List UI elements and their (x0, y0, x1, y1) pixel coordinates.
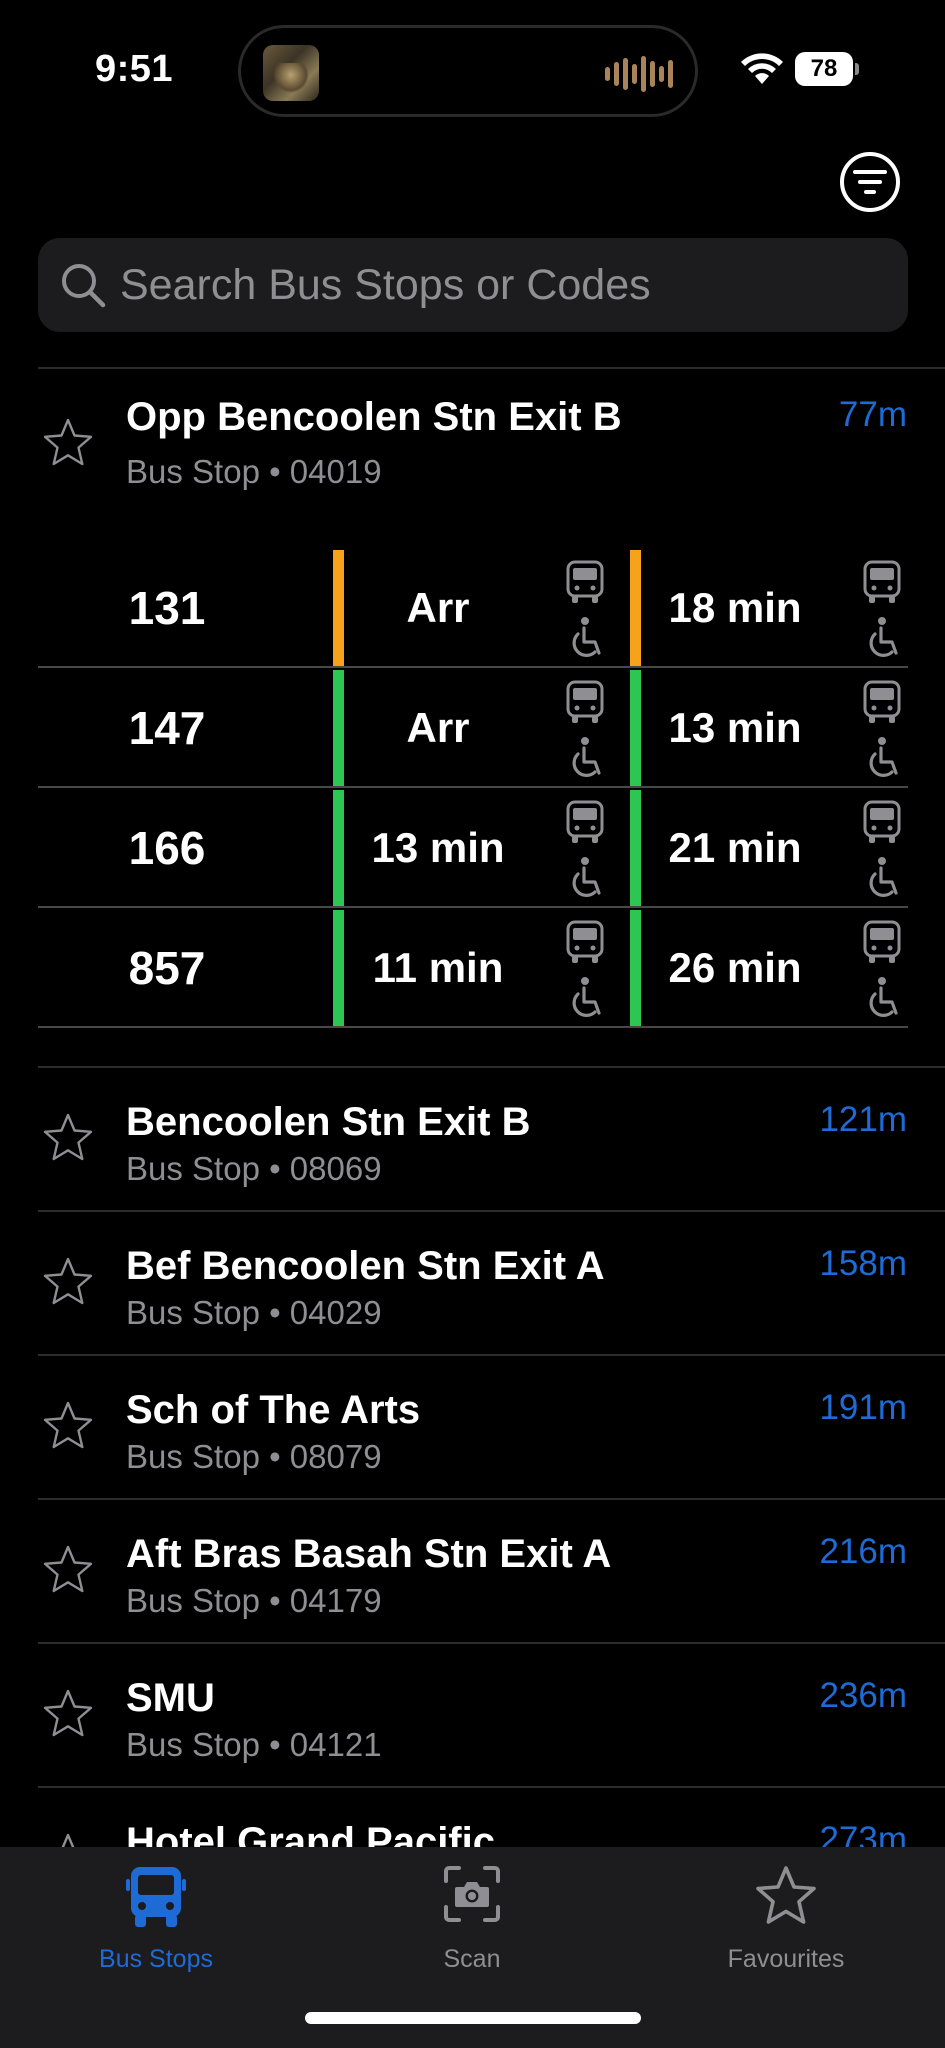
now-playing-artwork (263, 45, 319, 101)
stop-distance: 273m (819, 1820, 907, 1847)
stop-row[interactable]: Sch of The Arts Bus Stop • 08079 191m (0, 1356, 945, 1498)
load-indicator (630, 550, 641, 666)
favourite-star-icon[interactable] (42, 1256, 94, 1308)
stop-code: Bus Stop • 08069 (126, 1150, 382, 1187)
stop-name: Sch of The Arts (126, 1388, 421, 1432)
bus-type-icon (862, 920, 902, 964)
favourite-star-icon[interactable] (42, 1400, 94, 1452)
battery-indicator: 78 (795, 52, 859, 86)
wheelchair-icon (565, 976, 605, 1020)
load-indicator (333, 910, 344, 1026)
battery-level: 78 (795, 52, 853, 86)
load-indicator (630, 670, 641, 786)
stop-row[interactable]: SMU Bus Stop • 04121 236m (0, 1644, 945, 1786)
status-time: 9:51 (95, 48, 174, 90)
next-arrival: 11 min (372, 944, 504, 991)
load-indicator (630, 790, 641, 906)
battery-cap (855, 63, 859, 75)
stop-code: Bus Stop • 08079 (126, 1438, 382, 1475)
favourite-star-icon[interactable] (42, 417, 94, 469)
favourite-star-icon[interactable] (42, 1832, 94, 1847)
search-bar[interactable] (38, 238, 908, 332)
stop-row[interactable]: Bef Bencoolen Stn Exit A Bus Stop • 04029… (0, 1212, 945, 1354)
arrival-row[interactable]: 857 11 min 26 min (38, 908, 908, 1028)
tab-scan[interactable]: Scan (372, 1847, 572, 1977)
home-indicator[interactable] (305, 2012, 641, 2024)
filter-icon (853, 170, 887, 174)
stop-distance: 216m (819, 1532, 907, 1571)
favourite-star-icon[interactable] (42, 1112, 94, 1164)
load-indicator (333, 670, 344, 786)
bus-type-icon (565, 920, 605, 964)
stop-distance: 191m (819, 1388, 907, 1427)
search-icon (62, 264, 106, 308)
arrival-row[interactable]: 147 Arr 13 min (38, 668, 908, 788)
bus-type-icon (565, 800, 605, 844)
stop-code: Bus Stop • 04019 (126, 453, 382, 490)
dynamic-island[interactable] (238, 25, 698, 117)
next-arrival: Arr (406, 704, 470, 751)
stop-code: Bus Stop • 04121 (126, 1726, 382, 1763)
stop-distance: 158m (819, 1244, 907, 1283)
load-indicator (630, 910, 641, 1026)
following-arrival: 21 min (668, 824, 802, 871)
stop-name: Bef Bencoolen Stn Exit A (126, 1244, 605, 1288)
favourite-star-icon[interactable] (42, 1688, 94, 1740)
next-arrival: 13 min (371, 824, 505, 871)
wheelchair-icon (862, 856, 902, 900)
following-arrival: 13 min (668, 704, 802, 751)
stop-distance: 121m (819, 1100, 907, 1139)
stop-name: Bencoolen Stn Exit B (126, 1100, 531, 1144)
service-number: 131 (128, 582, 206, 634)
stop-row[interactable]: Bencoolen Stn Exit B Bus Stop • 08069 121m (0, 1068, 945, 1210)
service-number: 857 (128, 942, 206, 994)
following-arrival: 26 min (668, 944, 802, 991)
favourite-star-icon[interactable] (42, 1544, 94, 1596)
tab-favourites[interactable]: Favourites (686, 1847, 886, 1977)
bus-type-icon (862, 800, 902, 844)
stop-name: Aft Bras Basah Stn Exit A (126, 1532, 612, 1576)
load-indicator (333, 790, 344, 906)
stop-name: Opp Bencoolen Stn Exit B (126, 395, 622, 439)
stop-row-expanded[interactable]: Opp Bencoolen Stn Exit B Bus Stop • 0401… (0, 369, 945, 509)
star-icon (756, 1866, 816, 1924)
wifi-icon (741, 53, 783, 84)
stop-name: Hotel Grand Pacific (126, 1820, 495, 1847)
bus-type-icon (565, 560, 605, 604)
wheelchair-icon (565, 736, 605, 780)
stop-row[interactable]: Aft Bras Basah Stn Exit A Bus Stop • 0417… (0, 1500, 945, 1642)
tab-label: Favourites (727, 1945, 845, 1973)
stop-row[interactable]: Hotel Grand Pacific 273m (0, 1788, 945, 1847)
tab-bus-stops[interactable]: Bus Stops (56, 1847, 256, 1977)
wheelchair-icon (862, 616, 902, 660)
bus-type-icon (565, 680, 605, 724)
wheelchair-icon (565, 856, 605, 900)
following-arrival: 18 min (668, 584, 802, 631)
audio-waveform-icon (605, 54, 673, 94)
stop-name: SMU (126, 1676, 215, 1720)
status-bar: 9:51 78 (0, 0, 945, 140)
arrival-row[interactable]: 131 Arr 18 min (38, 548, 908, 668)
bus-type-icon (862, 680, 902, 724)
stop-distance: 77m (838, 395, 907, 434)
arrival-row[interactable]: 166 13 min 21 min (38, 788, 908, 908)
wheelchair-icon (862, 736, 902, 780)
wheelchair-icon (565, 616, 605, 660)
bus-type-icon (862, 560, 902, 604)
wheelchair-icon (862, 976, 902, 1020)
search-input[interactable] (120, 238, 880, 332)
arrivals-table: 131 Arr 18 min 147 Arr 13 min 166 13 min 21 min 8… (38, 548, 908, 1028)
tab-label: Bus Stops (99, 1945, 213, 1973)
stop-code: Bus Stop • 04029 (126, 1294, 382, 1331)
bus-icon (126, 1867, 186, 1927)
service-number: 166 (128, 822, 206, 874)
stop-distance: 236m (819, 1676, 907, 1715)
tab-label: Scan (443, 1945, 501, 1973)
next-arrival: Arr (406, 584, 470, 631)
load-indicator (333, 550, 344, 666)
camera-icon (444, 1866, 500, 1922)
stop-code: Bus Stop • 04179 (126, 1582, 382, 1619)
filter-button[interactable] (840, 152, 900, 212)
service-number: 147 (128, 702, 206, 754)
